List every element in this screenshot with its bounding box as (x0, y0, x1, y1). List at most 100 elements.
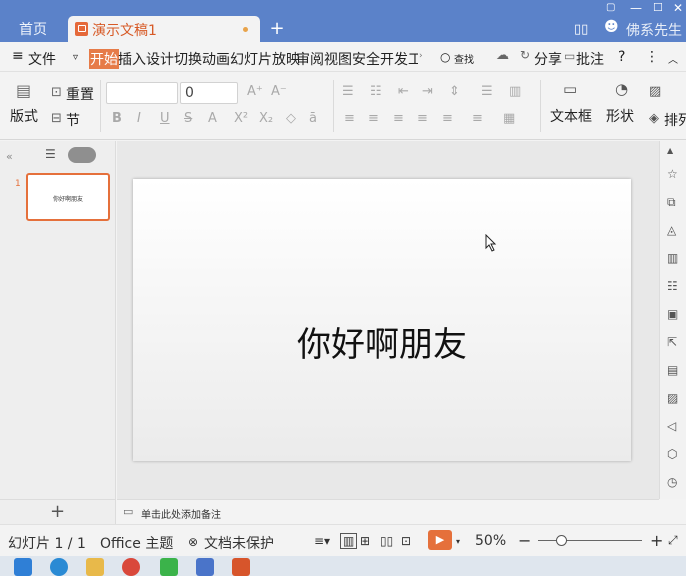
decrease-font-icon[interactable]: A⁻ (271, 84, 287, 99)
settings-icon[interactable]: ☷ (667, 279, 678, 293)
menu-transition[interactable]: 切换 (174, 49, 202, 69)
picture-icon[interactable]: ▨ (649, 84, 661, 99)
chart-icon[interactable]: ▥ (667, 251, 678, 265)
new-tab-button[interactable]: + (268, 18, 286, 40)
char-spacing-icon[interactable]: ā (309, 111, 317, 126)
slide-view-icon[interactable] (68, 147, 96, 163)
arrange-icon[interactable]: ◈ (649, 111, 659, 126)
search-icon[interactable]: ○ (440, 50, 450, 64)
reading-view-icon[interactable]: ▯▯ (380, 534, 393, 548)
sorter-view-icon[interactable]: ⊞ (360, 534, 370, 548)
hamburger-icon[interactable]: ≡ (12, 48, 24, 64)
increase-font-icon[interactable]: A⁺ (247, 84, 263, 99)
box-icon[interactable]: ▤ (667, 363, 678, 377)
tab-home[interactable]: 首页 (4, 18, 62, 42)
numbered-list-icon[interactable]: ☷ (370, 84, 382, 99)
fill-icon[interactable]: ◬ (667, 223, 676, 237)
presentation-app-icon[interactable] (232, 558, 250, 576)
align-right-icon[interactable]: ≡ (393, 111, 404, 126)
text-direction-icon[interactable]: ☰ (481, 84, 493, 99)
export-icon[interactable]: ⇱ (667, 335, 677, 349)
normal-view-icon[interactable]: ▥ (340, 533, 358, 549)
add-slide-button[interactable]: + (50, 501, 65, 522)
clear-format-icon[interactable]: ◇ (286, 111, 296, 126)
subscript-icon[interactable]: X₂ (259, 111, 273, 126)
distribute-icon[interactable]: ≡ (442, 111, 453, 126)
image-icon[interactable]: ▣ (667, 307, 678, 321)
align-text-icon[interactable]: ≡ (472, 111, 483, 126)
zoom-slider-thumb[interactable] (556, 535, 567, 546)
audio-icon[interactable]: ◁ (667, 419, 676, 433)
share-button[interactable]: 分享 (534, 49, 562, 69)
zoom-out-button[interactable]: − (518, 531, 531, 550)
close-icon[interactable]: ✕ (673, 1, 683, 15)
increase-indent-icon[interactable]: ⇥ (422, 84, 433, 99)
tab-document[interactable]: 演示文稿1 (68, 16, 260, 42)
layout-button[interactable]: 版式 (10, 106, 38, 126)
reset-button[interactable]: 重置 (66, 84, 94, 104)
zoom-level[interactable]: 50% (475, 533, 506, 549)
align-left-icon[interactable]: ≡ (344, 111, 355, 126)
gallery-icon[interactable]: ▨ (667, 391, 678, 405)
transform-icon[interactable]: ⬡ (667, 447, 677, 461)
menu-insert[interactable]: 插入 (118, 49, 146, 69)
fit-window-icon[interactable]: ⤢ (668, 533, 678, 548)
menu-home[interactable]: 开始 (89, 49, 119, 69)
menu-review[interactable]: 审阅 (296, 49, 324, 69)
scroll-right-icon[interactable]: › (419, 51, 423, 61)
comment-button[interactable]: 批注 (576, 49, 604, 69)
folder-icon[interactable] (86, 558, 104, 576)
help-button[interactable]: ? (618, 49, 625, 65)
align-center-icon[interactable]: ≡ (368, 111, 379, 126)
strikethrough-icon[interactable]: S (184, 111, 192, 126)
notes-area[interactable]: ▭ 单击此处添加备注 (117, 499, 659, 524)
layout-toggle-icon[interactable]: ▯▯ (574, 22, 588, 37)
play-slideshow-button[interactable]: ▶ (428, 530, 452, 550)
maximize-icon[interactable]: ☐ (653, 1, 663, 14)
window-switch-icon[interactable]: ▢ (606, 2, 615, 13)
play-options-icon[interactable]: ▾ (456, 537, 460, 546)
comment-icon[interactable]: ▭ (564, 49, 575, 63)
slide-thumbnail[interactable]: 你好啊朋友 (26, 173, 110, 221)
menu-design[interactable]: 设计 (146, 49, 174, 69)
layout-icon[interactable]: ▤ (16, 81, 31, 100)
history-icon[interactable]: ↻ (520, 48, 530, 62)
more-icon[interactable]: ⋮ (645, 49, 659, 65)
slide-text[interactable]: 你好啊朋友 (133, 317, 631, 366)
outline-view-icon[interactable]: ☰ (45, 147, 56, 161)
zoom-in-button[interactable]: + (650, 531, 663, 550)
menu-animation[interactable]: 动画 (202, 49, 230, 69)
menu-slideshow[interactable]: 幻灯片放映 (230, 49, 300, 69)
cloud-icon[interactable]: ☁ (496, 48, 509, 63)
font-size-select[interactable]: 0 (180, 82, 238, 104)
star-icon[interactable]: ☆ (667, 167, 678, 181)
section-button[interactable]: 节 (66, 110, 80, 130)
menu-view[interactable]: 视图 (324, 49, 352, 69)
decrease-indent-icon[interactable]: ⇤ (398, 84, 409, 99)
wps-icon[interactable] (196, 558, 214, 576)
textbox-icon[interactable]: ▭ (563, 80, 577, 98)
textbox-button[interactable]: 文本框 (550, 106, 592, 126)
justify-icon[interactable]: ≡ (417, 111, 428, 126)
shape-style-icon[interactable]: ⧉ (667, 195, 676, 210)
smartart-icon[interactable]: ▦ (503, 111, 515, 126)
arrange-button[interactable]: 排列 (664, 110, 686, 130)
menu-file[interactable]: 文件 (28, 49, 56, 69)
font-family-select[interactable] (106, 82, 178, 104)
edge-icon[interactable] (50, 558, 68, 576)
bold-icon[interactable]: B (112, 111, 122, 126)
avatar[interactable]: ☻ (604, 19, 619, 35)
wechat-icon[interactable] (160, 558, 178, 576)
collapse-ribbon-icon[interactable]: ︿ (668, 51, 678, 66)
shape-icon[interactable]: ◔ (615, 80, 628, 98)
reset-icon[interactable]: ⊡ (51, 85, 62, 100)
minimize-icon[interactable]: — (630, 1, 642, 15)
collapse-pane-icon[interactable]: « (6, 150, 13, 163)
presenter-view-icon[interactable]: ⊡ (401, 534, 411, 548)
shape-button[interactable]: 形状 (606, 106, 634, 126)
menu-developer[interactable]: 开发工 (380, 49, 418, 69)
zoom-slider-track[interactable] (538, 540, 642, 541)
chrome-icon[interactable] (122, 558, 140, 576)
section-icon[interactable]: ⊟ (51, 111, 62, 126)
scroll-up-icon[interactable]: ▲ (667, 146, 673, 155)
